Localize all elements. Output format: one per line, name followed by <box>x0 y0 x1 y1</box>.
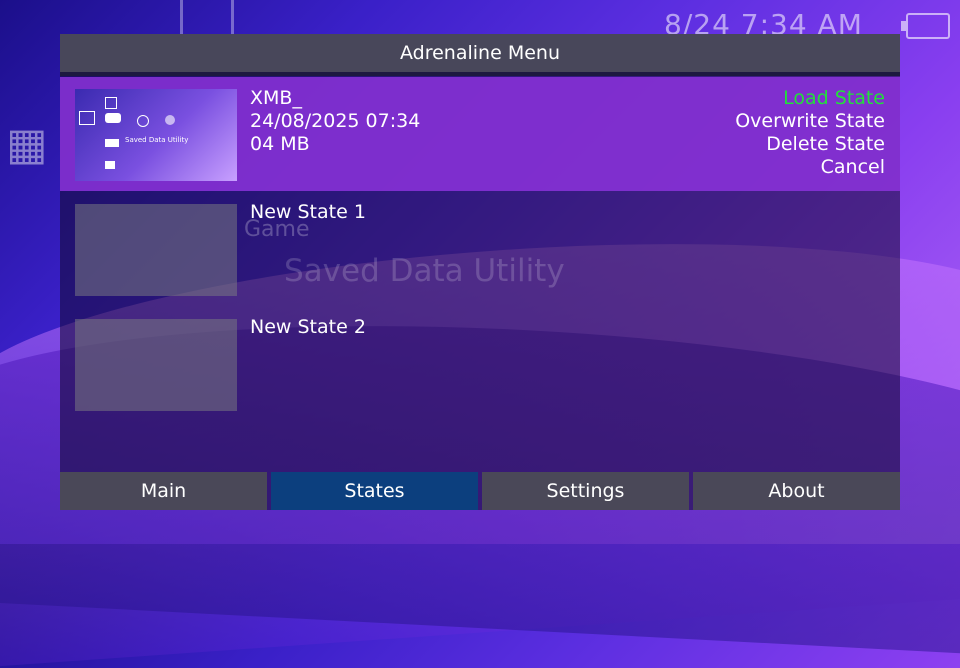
delete-state-button[interactable]: Delete State <box>735 133 885 156</box>
state-info: XMB_ 24/08/2025 07:34 04 MB <box>250 87 420 156</box>
thumb-film-icon <box>79 111 95 125</box>
cancel-button[interactable]: Cancel <box>735 156 885 179</box>
tab-main[interactable]: Main <box>60 472 267 510</box>
load-state-button[interactable]: Load State <box>735 87 885 110</box>
state-name: XMB_ <box>250 87 302 109</box>
state-date: 24/08/2025 07:34 <box>250 110 421 132</box>
thumb-label: Saved Data Utility <box>125 136 189 144</box>
tab-states[interactable]: States <box>271 472 478 510</box>
bg-video-icon: ▦ <box>6 119 48 170</box>
tab-about[interactable]: About <box>693 472 900 510</box>
thumb-globe-icon <box>137 115 149 127</box>
tab-settings[interactable]: Settings <box>482 472 689 510</box>
menu-title: Adrenaline Menu <box>60 34 900 72</box>
state-thumbnail-empty <box>75 319 237 411</box>
thumb-network-icon <box>165 115 175 125</box>
tab-bar: Main States Settings About <box>60 472 900 510</box>
battery-icon <box>901 13 950 39</box>
state-name: New State 2 <box>250 316 366 338</box>
state-actions: Load State Overwrite State Delete State … <box>735 87 885 179</box>
thumb-card-icon <box>105 139 119 147</box>
title-divider <box>60 72 900 76</box>
state-thumbnail-empty <box>75 204 237 296</box>
state-thumbnail: Saved Data Utility <box>75 89 237 181</box>
thumb-card-icon-2 <box>105 161 115 169</box>
state-row-0[interactable]: Saved Data Utility XMB_ 24/08/2025 07:34… <box>60 77 900 191</box>
overwrite-state-button[interactable]: Overwrite State <box>735 110 885 133</box>
thumb-icon <box>105 97 117 109</box>
thumb-controller-icon <box>105 113 121 123</box>
state-row-2[interactable]: New State 2 <box>60 307 900 421</box>
bg-saved-data-label: Saved Data Utility <box>284 253 565 289</box>
state-size: 04 MB <box>250 133 310 155</box>
state-name: New State 1 <box>250 201 366 223</box>
